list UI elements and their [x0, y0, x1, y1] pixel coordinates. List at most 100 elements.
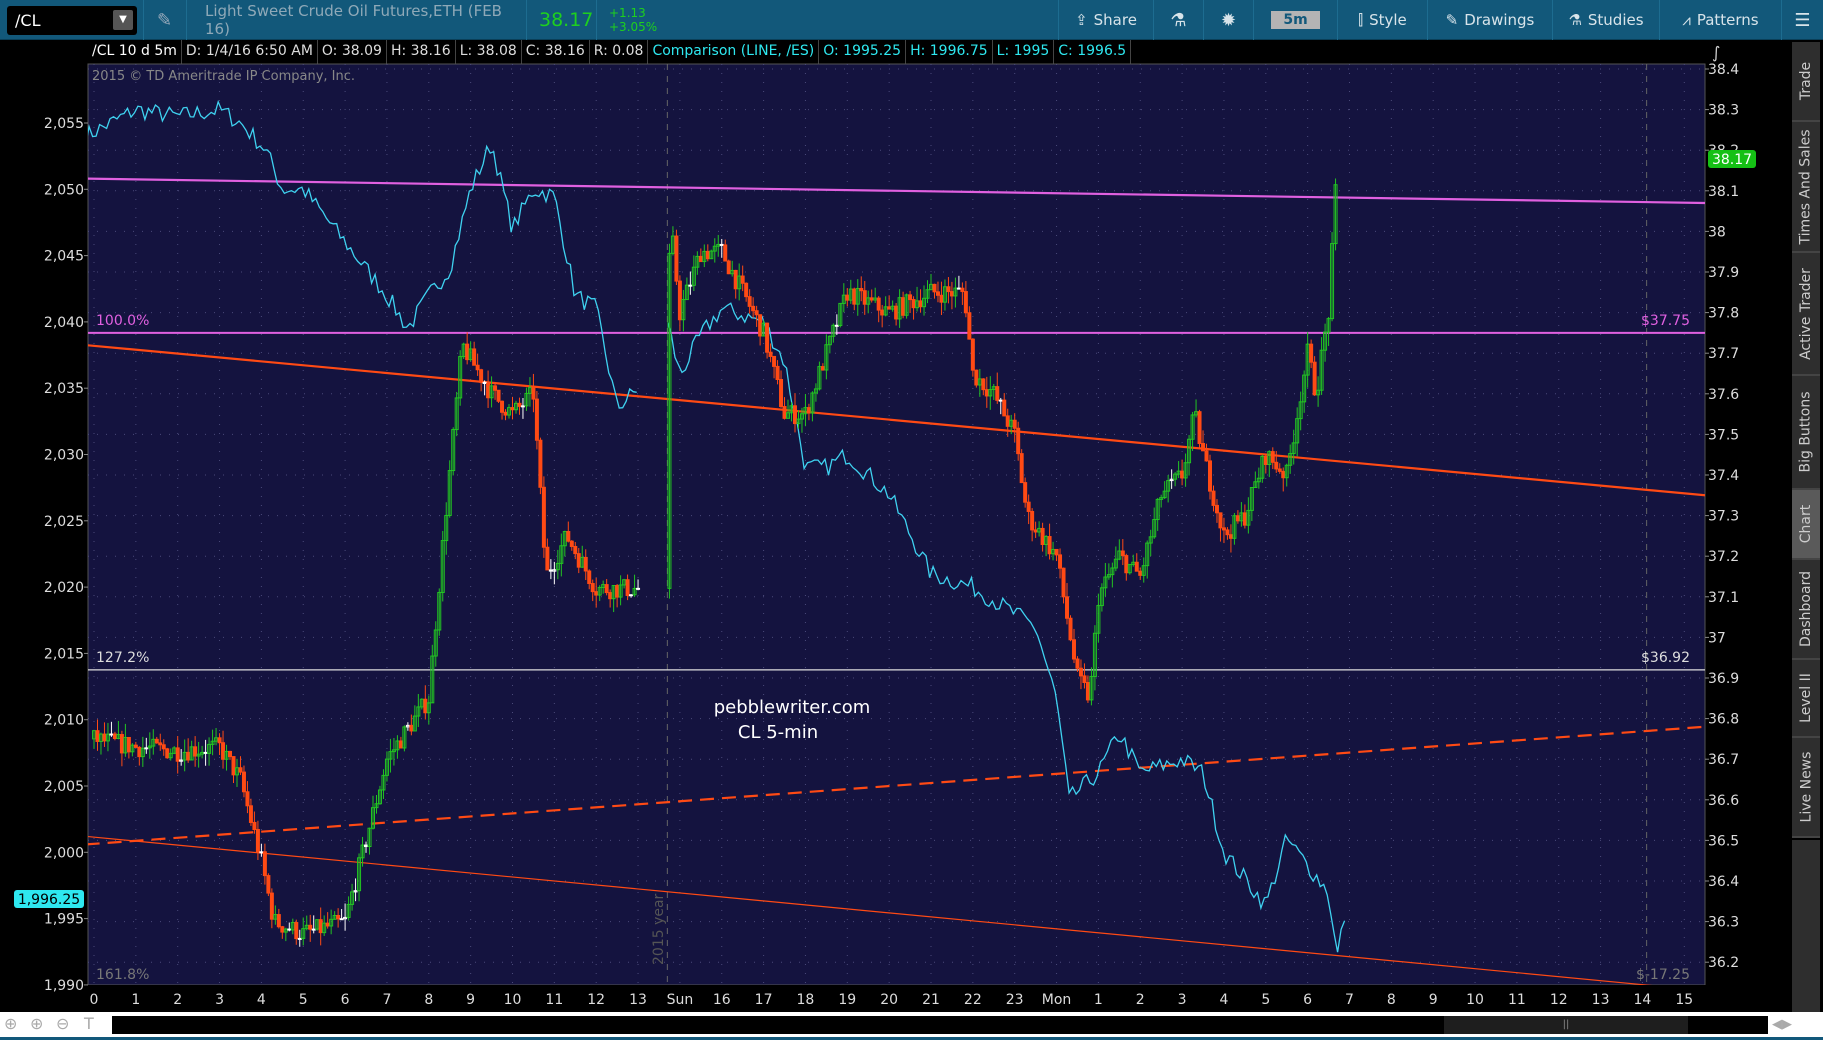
candle-body: [252, 821, 257, 831]
time-scrollbar[interactable]: ||: [112, 1016, 1768, 1034]
time-axis-label: 18: [796, 992, 815, 1008]
candle-body: [1225, 529, 1230, 536]
sidebar-tab-active-trader[interactable]: Active Trader: [1792, 253, 1820, 376]
candle-body: [1242, 512, 1247, 526]
candle-body: [723, 244, 728, 262]
chart-bottom-bar: ⊕ ⊕ ⊖ T || ◀▶: [0, 1012, 1823, 1037]
sidebar-tab-dashboard[interactable]: Dashboard: [1792, 560, 1820, 660]
candle-body: [500, 400, 505, 413]
sidebar-tab-trade[interactable]: Trade: [1792, 42, 1820, 122]
crosshair-icon[interactable]: ⊕: [4, 1014, 17, 1033]
sidebar-tab-chart[interactable]: Chart: [1792, 490, 1820, 560]
sidebar-empty: [1792, 840, 1820, 1015]
candle-body: [137, 746, 142, 758]
zoom-out-icon[interactable]: ⊖: [56, 1014, 69, 1033]
candle-body: [465, 343, 470, 361]
candle-body: [259, 851, 264, 854]
candle-body: [569, 540, 574, 547]
candle-body: [109, 733, 114, 736]
candle-body: [287, 928, 292, 931]
candle-body: [538, 439, 543, 488]
candle-body: [308, 924, 313, 930]
candle: [726, 259, 731, 275]
candle-body: [1228, 534, 1233, 539]
candle-body: [754, 310, 759, 316]
sidebar-tab-big-buttons[interactable]: Big Buttons: [1792, 376, 1820, 490]
time-axis-label: 3: [215, 992, 225, 1008]
candle-body: [1270, 451, 1275, 463]
time-axis-label: 7: [1345, 992, 1354, 1008]
right-axis-label: 36.9: [1708, 671, 1739, 687]
right-axis-label: 37.1: [1708, 590, 1739, 606]
right-axis-label: 36.7: [1708, 752, 1739, 768]
plot-area: [87, 63, 1706, 986]
time-axis-label: 11: [545, 992, 564, 1008]
candle-body: [228, 750, 233, 758]
fib-percent-label: 161.8%: [96, 967, 149, 983]
candle-body: [698, 255, 703, 263]
text-tool-icon[interactable]: T: [84, 1014, 94, 1033]
sidebar-tab-times-and-sales[interactable]: Times And Sales: [1792, 122, 1820, 253]
left-axis-label: 2,010: [44, 713, 84, 729]
candle-body: [1071, 639, 1076, 660]
candle-body: [472, 348, 477, 366]
time-axis-label: 4: [1219, 992, 1229, 1008]
candle: [838, 302, 843, 328]
left-axis-label: 2,000: [44, 845, 84, 861]
time-axis-label: 2: [1135, 992, 1145, 1008]
candle-body: [398, 740, 403, 749]
right-axis-label: 37.3: [1708, 509, 1739, 525]
candle-body: [1274, 461, 1279, 470]
candle: [674, 229, 679, 286]
time-axis-label: 9: [466, 992, 476, 1008]
candle-body: [733, 269, 738, 290]
candle-body: [294, 922, 299, 940]
right-axis-label: 37.4: [1708, 468, 1739, 484]
candle-body: [1026, 501, 1031, 512]
candle-body: [203, 751, 208, 754]
candle: [1333, 178, 1338, 251]
sidebar-tab-live-news[interactable]: Live News: [1792, 738, 1820, 838]
left-axis-label: 1,990: [44, 978, 84, 994]
candle-body: [1235, 515, 1240, 522]
fib-percent-label: 127.2%: [96, 650, 149, 666]
scrollbar-thumb[interactable]: ||: [1444, 1016, 1688, 1034]
right-axis-label: 36.3: [1708, 915, 1739, 931]
candle-body: [911, 299, 916, 309]
time-axis-label: 1: [1093, 992, 1103, 1008]
time-axis-label: 6: [1303, 992, 1313, 1008]
candle-body: [758, 314, 763, 337]
left-axis-label: 2,055: [44, 116, 84, 132]
time-axis-label: 10: [1466, 992, 1484, 1008]
candle-body: [255, 829, 260, 853]
candle-body: [1085, 682, 1090, 701]
candle-body: [629, 594, 634, 597]
candle-body: [221, 742, 226, 760]
candle-body: [862, 290, 867, 305]
candle-body: [1016, 427, 1021, 455]
candle: [458, 350, 463, 406]
candle: [440, 530, 445, 602]
left-axis-label: 2,030: [44, 448, 84, 464]
price-chart[interactable]: 2015 © TD Ameritrade IP Company, Inc.201…: [0, 0, 1823, 1040]
zoom-in-icon[interactable]: ⊕: [30, 1014, 43, 1033]
right-axis-label: 36.5: [1708, 833, 1739, 849]
candle-body: [744, 282, 749, 298]
time-axis-label: 2: [173, 992, 183, 1008]
left-axis-label: 2,015: [44, 646, 84, 662]
sidebar-tab-level-ii[interactable]: Level II: [1792, 660, 1820, 738]
expand-icon[interactable]: ◀▶: [1772, 1017, 1792, 1032]
candle-body: [970, 338, 975, 371]
candle-body: [262, 851, 267, 877]
time-axis-label: 16: [712, 992, 731, 1008]
right-axis-label: 38: [1708, 224, 1726, 240]
sidebar-tab-label: Times And Sales: [1798, 128, 1814, 245]
copyright-text: 2015 © TD Ameritrade IP Company, Inc.: [92, 69, 355, 84]
candle-body: [112, 733, 117, 739]
candle-body: [1047, 536, 1052, 555]
candle-body: [517, 402, 522, 407]
candle-body: [479, 369, 484, 383]
candle-body: [984, 389, 989, 397]
candle-body: [1197, 411, 1202, 444]
right-axis-label: 37: [1708, 630, 1726, 646]
